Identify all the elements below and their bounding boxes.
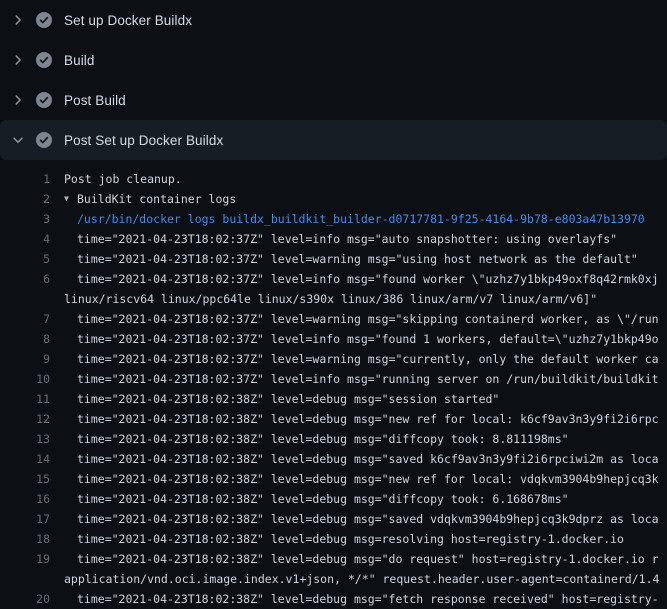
log-text: time="2021-04-23T18:02:38Z" level=debug … xyxy=(50,489,569,509)
line-number[interactable]: 12 xyxy=(0,409,50,429)
log-text: time="2021-04-23T18:02:38Z" level=debug … xyxy=(50,469,659,489)
line-number[interactable]: 19 xyxy=(0,549,50,569)
line-number[interactable]: 18 xyxy=(0,529,50,549)
line-number[interactable]: 13 xyxy=(0,429,50,449)
log-text: time="2021-04-23T18:02:38Z" level=debug … xyxy=(50,509,659,529)
line-number xyxy=(0,569,50,589)
log-text: time="2021-04-23T18:02:37Z" level=warnin… xyxy=(50,309,659,329)
step-header-post-build[interactable]: Post Build xyxy=(0,80,667,120)
line-number[interactable]: 3 xyxy=(0,209,50,229)
line-number[interactable]: 6 xyxy=(0,269,50,289)
check-circle-icon xyxy=(36,52,52,68)
log-line: 1Post job cleanup. xyxy=(0,169,667,189)
log-text: time="2021-04-23T18:02:38Z" level=debug … xyxy=(50,589,659,609)
log-text: application/vnd.oci.image.index.v1+json,… xyxy=(50,569,659,589)
chevron-down-icon xyxy=(10,132,26,148)
line-number xyxy=(0,289,50,309)
job-log-panel: Set up Docker Buildx Build Post Build Post … xyxy=(0,0,667,609)
chevron-right-icon xyxy=(10,52,26,68)
log-text: time="2021-04-23T18:02:38Z" level=debug … xyxy=(50,409,659,429)
step-label: Post Build xyxy=(64,93,126,108)
line-number[interactable]: 20 xyxy=(0,589,50,609)
log-line: 13time="2021-04-23T18:02:38Z" level=debu… xyxy=(0,429,667,449)
step-header-build[interactable]: Build xyxy=(0,40,667,80)
step-header-set-up-docker-buildx[interactable]: Set up Docker Buildx xyxy=(0,0,667,40)
chevron-right-icon xyxy=(10,92,26,108)
step-label: Build xyxy=(64,53,95,68)
log-text: time="2021-04-23T18:02:37Z" level=warnin… xyxy=(50,349,659,369)
line-number[interactable]: 9 xyxy=(0,349,50,369)
log-group-title: BuildKit container logs xyxy=(77,189,236,209)
line-number[interactable]: 14 xyxy=(0,449,50,469)
line-number[interactable]: 8 xyxy=(0,329,50,349)
log-line: 6time="2021-04-23T18:02:37Z" level=info … xyxy=(0,269,667,289)
log-text: linux/riscv64 linux/ppc64le linux/s390x … xyxy=(50,289,597,309)
line-number[interactable]: 15 xyxy=(0,469,50,489)
step-label: Post Set up Docker Buildx xyxy=(64,133,223,148)
log-text: time="2021-04-23T18:02:38Z" level=debug … xyxy=(50,549,659,569)
log-line-continuation: linux/riscv64 linux/ppc64le linux/s390x … xyxy=(0,289,667,309)
line-number[interactable]: 4 xyxy=(0,229,50,249)
log-line: 8time="2021-04-23T18:02:37Z" level=info … xyxy=(0,329,667,349)
log-line: 16time="2021-04-23T18:02:38Z" level=debu… xyxy=(0,489,667,509)
log-line: 14time="2021-04-23T18:02:38Z" level=debu… xyxy=(0,449,667,469)
line-number[interactable]: 10 xyxy=(0,369,50,389)
log-text: time="2021-04-23T18:02:38Z" level=debug … xyxy=(50,389,499,409)
line-number[interactable]: 1 xyxy=(0,169,50,189)
log-line: 11time="2021-04-23T18:02:38Z" level=debu… xyxy=(0,389,667,409)
log-line: 19time="2021-04-23T18:02:38Z" level=debu… xyxy=(0,549,667,569)
line-number[interactable]: 7 xyxy=(0,309,50,329)
log-text: time="2021-04-23T18:02:38Z" level=debug … xyxy=(50,449,659,469)
log-line: 15time="2021-04-23T18:02:38Z" level=debu… xyxy=(0,469,667,489)
log-text: time="2021-04-23T18:02:38Z" level=debug … xyxy=(50,529,624,549)
group-collapse-triangle-icon[interactable]: ▼ xyxy=(64,189,77,209)
line-number[interactable]: 11 xyxy=(0,389,50,409)
log-line: 10time="2021-04-23T18:02:37Z" level=info… xyxy=(0,369,667,389)
chevron-right-icon xyxy=(10,12,26,28)
log-line: 4time="2021-04-23T18:02:37Z" level=info … xyxy=(0,229,667,249)
log-text: time="2021-04-23T18:02:37Z" level=info m… xyxy=(50,269,659,289)
log-line: 3/usr/bin/docker logs buildx_buildkit_bu… xyxy=(0,209,667,229)
log-line: 2 ▼BuildKit container logs xyxy=(0,189,667,209)
log-line: 17time="2021-04-23T18:02:38Z" level=debu… xyxy=(0,509,667,529)
log-text: Post job cleanup. xyxy=(50,169,182,189)
step-header-post-set-up-docker-buildx[interactable]: Post Set up Docker Buildx xyxy=(0,120,667,160)
log-line-continuation: application/vnd.oci.image.index.v1+json,… xyxy=(0,569,667,589)
log-text: time="2021-04-23T18:02:37Z" level=info m… xyxy=(50,329,659,349)
log-text: time="2021-04-23T18:02:37Z" level=info m… xyxy=(50,229,617,249)
log-text: time="2021-04-23T18:02:37Z" level=info m… xyxy=(50,369,659,389)
log-line: 18time="2021-04-23T18:02:38Z" level=debu… xyxy=(0,529,667,549)
log-line: 20time="2021-04-23T18:02:38Z" level=debu… xyxy=(0,589,667,609)
check-circle-icon xyxy=(36,12,52,28)
check-circle-icon xyxy=(36,132,52,148)
steps-list: Set up Docker Buildx Build Post Build Post … xyxy=(0,0,667,160)
line-number[interactable]: 5 xyxy=(0,249,50,269)
log-text: time="2021-04-23T18:02:37Z" level=warnin… xyxy=(50,249,638,269)
line-number[interactable]: 2 xyxy=(0,189,50,209)
line-number[interactable]: 17 xyxy=(0,509,50,529)
check-circle-icon xyxy=(36,92,52,108)
log-command-text: /usr/bin/docker logs buildx_buildkit_bui… xyxy=(50,209,645,229)
log-line: 12time="2021-04-23T18:02:38Z" level=debu… xyxy=(0,409,667,429)
line-number[interactable]: 16 xyxy=(0,489,50,509)
log-line: 7time="2021-04-23T18:02:37Z" level=warni… xyxy=(0,309,667,329)
log-text: time="2021-04-23T18:02:38Z" level=debug … xyxy=(50,429,569,449)
log-output: 1Post job cleanup.2 ▼BuildKit container l… xyxy=(0,160,667,609)
step-label: Set up Docker Buildx xyxy=(64,13,192,28)
log-line: 9time="2021-04-23T18:02:37Z" level=warni… xyxy=(0,349,667,369)
log-line: 5time="2021-04-23T18:02:37Z" level=warni… xyxy=(0,249,667,269)
